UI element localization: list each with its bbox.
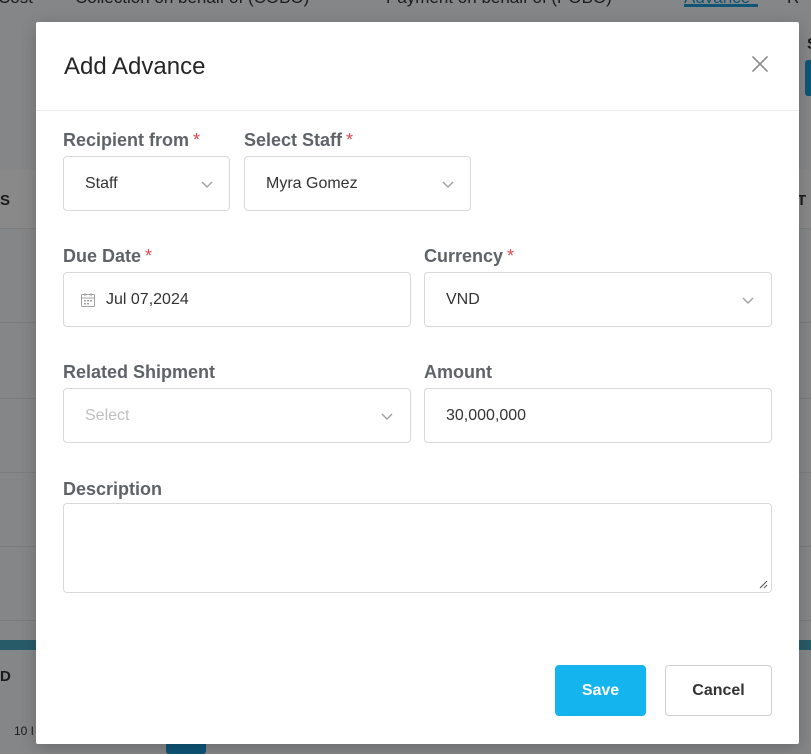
add-advance-modal: Add Advance Recipient from * Staff Select… — [36, 22, 799, 744]
modal-title: Add Advance — [64, 53, 206, 80]
amount-value: 30,000,000 — [446, 407, 527, 424]
chevron-down-icon — [442, 181, 454, 188]
close-icon[interactable] — [748, 52, 772, 76]
chevron-down-icon — [381, 413, 393, 420]
related-shipment-label: Related Shipment — [63, 362, 216, 382]
select-staff-value: Myra Gomez — [266, 175, 358, 192]
currency-select[interactable]: VND — [424, 272, 772, 327]
recipient-from-select[interactable]: Staff — [63, 156, 230, 211]
description-textarea[interactable] — [63, 503, 772, 593]
due-date-value: Jul 07,2024 — [106, 291, 189, 308]
chevron-down-icon — [742, 297, 754, 304]
chevron-down-icon — [201, 181, 213, 188]
description-label: Description — [63, 479, 163, 499]
resize-handle-icon[interactable] — [758, 579, 768, 589]
select-staff-label: Select Staff * — [244, 130, 354, 150]
required-marker: * — [507, 246, 515, 266]
due-date-label: Due Date * — [63, 246, 153, 266]
recipient-from-value: Staff — [85, 175, 118, 192]
required-marker: * — [145, 246, 153, 266]
modal-header: Add Advance — [36, 22, 799, 111]
save-button[interactable]: Save — [555, 665, 646, 716]
cancel-button[interactable]: Cancel — [665, 665, 772, 716]
recipient-from-label: Recipient from * — [63, 130, 201, 150]
due-date-picker[interactable]: Jul 07,2024 — [63, 272, 411, 327]
currency-value: VND — [446, 291, 480, 308]
select-staff-select[interactable]: Myra Gomez — [244, 156, 471, 211]
amount-input[interactable]: 30,000,000 — [424, 388, 772, 443]
related-shipment-select[interactable]: Select — [63, 388, 411, 443]
calendar-icon — [81, 293, 95, 307]
required-marker: * — [193, 130, 201, 150]
related-shipment-placeholder: Select — [85, 407, 130, 424]
required-marker: * — [346, 130, 354, 150]
currency-label: Currency * — [424, 246, 515, 266]
amount-label: Amount — [424, 362, 492, 382]
